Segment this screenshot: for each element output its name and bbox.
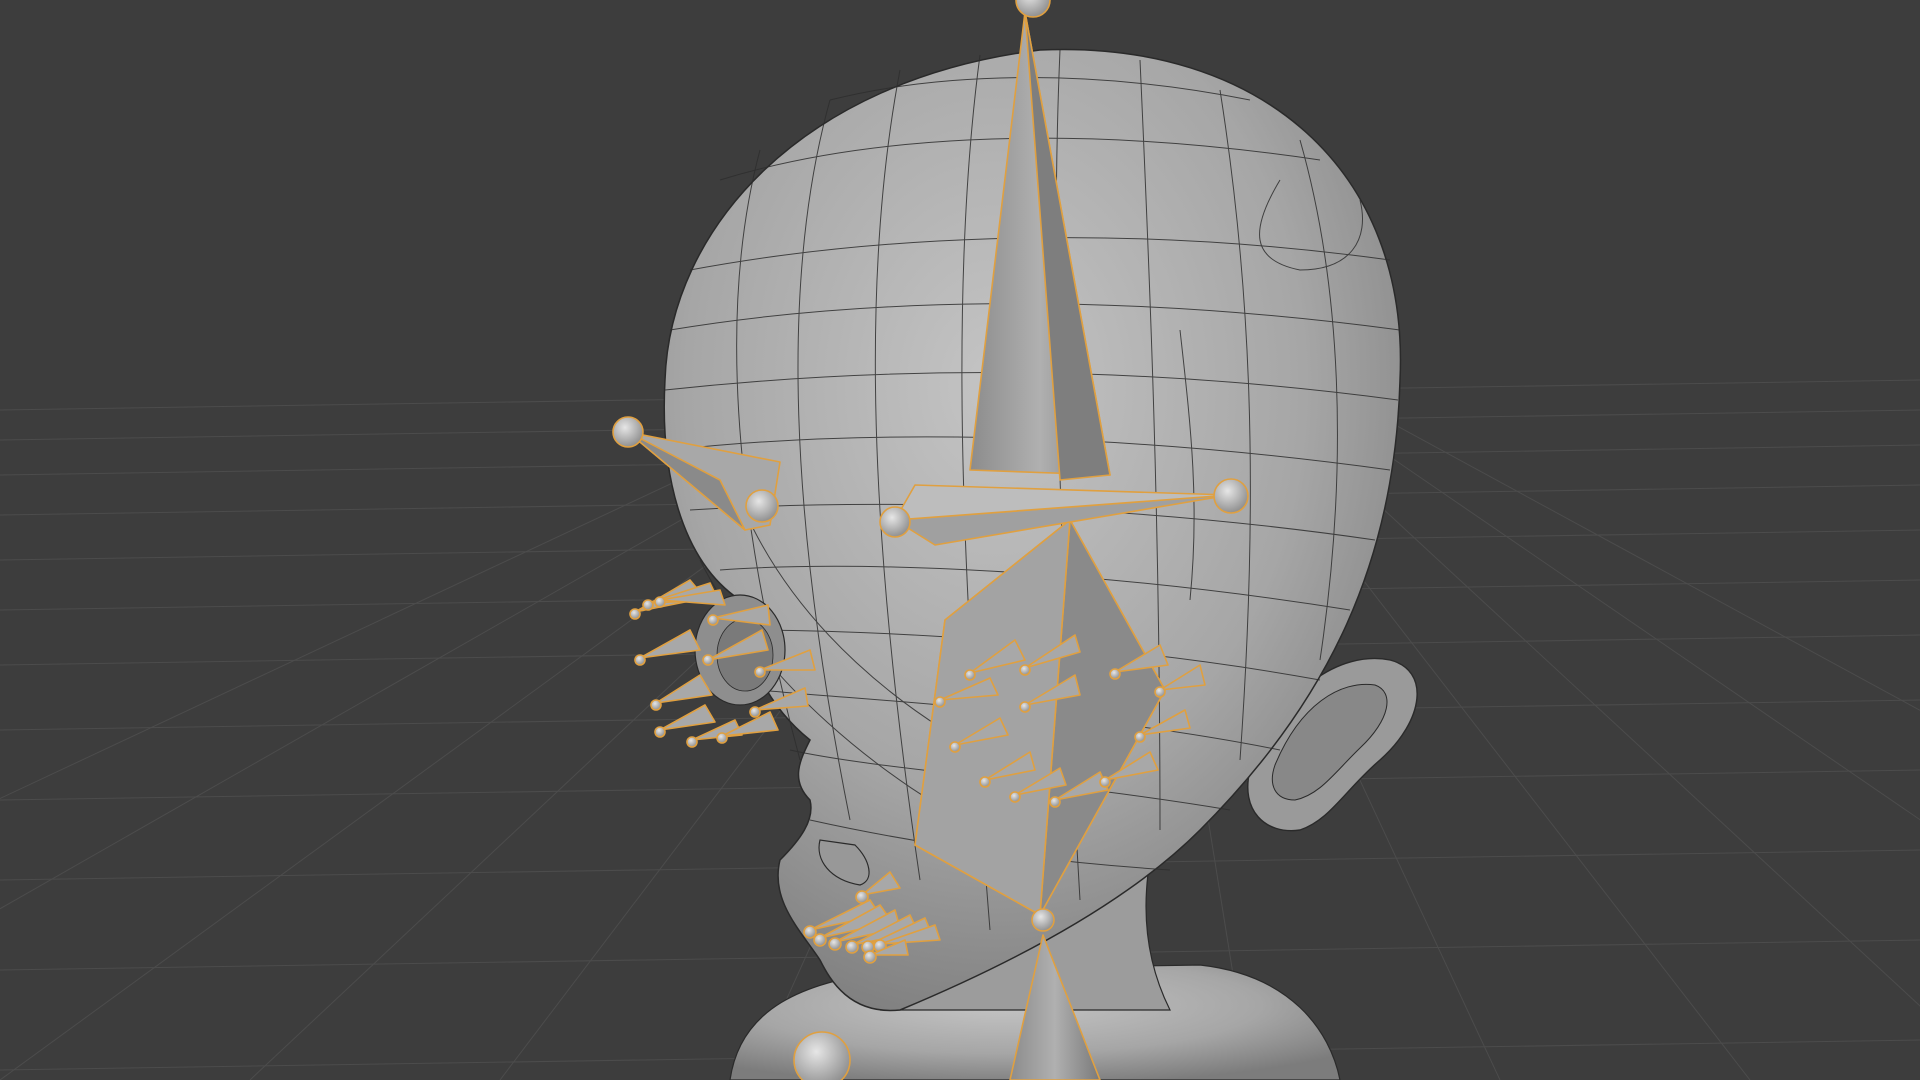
viewport-canvas[interactable] <box>0 0 1920 1080</box>
3d-viewport[interactable] <box>0 0 1920 1080</box>
bone-shoulder-joint[interactable] <box>793 1031 851 1080</box>
